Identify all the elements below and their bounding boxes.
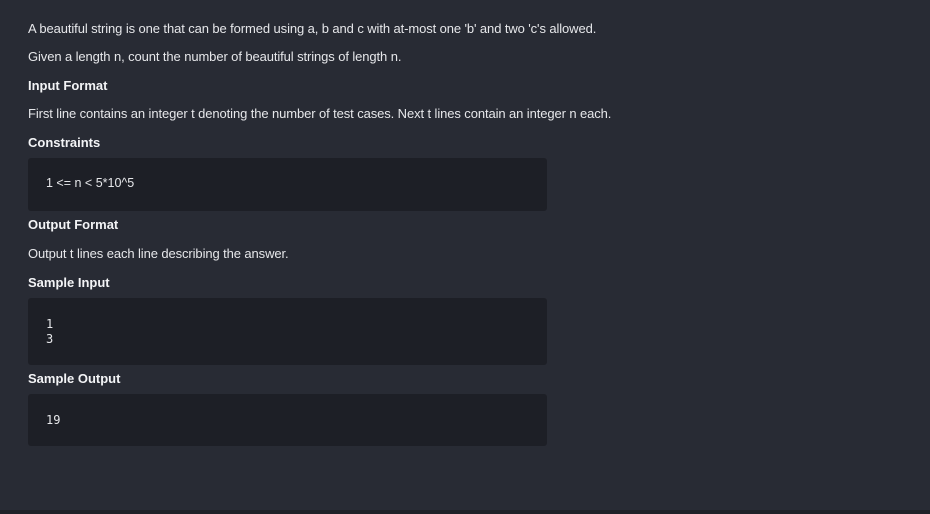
sample-input-heading: Sample Input (28, 275, 110, 290)
sample-output-box: 19 (28, 394, 547, 446)
bottom-divider (0, 510, 930, 514)
sample-input-line: 1 (46, 317, 54, 331)
output-format-text: Output t lines each line describing the … (28, 246, 289, 261)
sample-input-line: 3 (46, 332, 54, 346)
sample-output-heading: Sample Output (28, 371, 121, 386)
statement-line-1: A beautiful string is one that can be fo… (28, 21, 597, 36)
output-format-heading: Output Format (28, 217, 119, 232)
input-format-heading: Input Format (28, 78, 108, 93)
constraints-text: 1 <= n < 5*10^5 (46, 176, 135, 190)
constraints-box: 1 <= n < 5*10^5 (28, 158, 547, 211)
sample-input-box: 1 3 (28, 298, 547, 365)
statement-line-2: Given a length n, count the number of be… (28, 49, 402, 64)
sample-output-line: 19 (46, 413, 61, 427)
input-format-text: First line contains an integer t denotin… (28, 106, 612, 121)
constraints-heading: Constraints (28, 135, 101, 150)
